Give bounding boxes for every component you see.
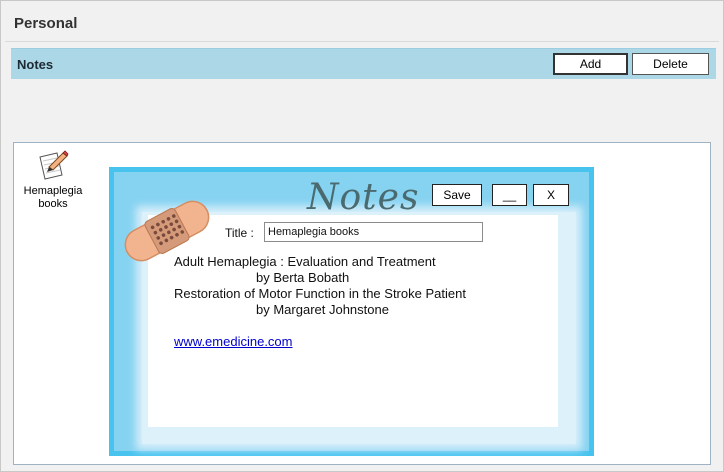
- popup-heading: Notes: [307, 177, 420, 218]
- title-divider: [5, 41, 719, 42]
- note-blank-line: [174, 318, 554, 334]
- note-link[interactable]: www.emedicine.com: [174, 334, 293, 349]
- note-body[interactable]: Adult Hemaplegia : Evaluation and Treatm…: [174, 254, 554, 350]
- title-field-label: Title :: [225, 226, 254, 240]
- notes-header: Notes Add Delete: [11, 48, 716, 79]
- minimize-button[interactable]: __: [492, 184, 527, 206]
- note-line: by Berta Bobath: [256, 270, 350, 285]
- notes-section-label: Notes: [17, 57, 54, 72]
- bandage-icon: [124, 200, 210, 262]
- note-pencil-icon: [39, 150, 69, 180]
- note-line: by Margaret Johnstone: [256, 302, 389, 317]
- notes-popup: Notes Save __ X Title : Adult Hemaplegia…: [109, 167, 594, 456]
- page-title: Personal: [14, 15, 78, 32]
- delete-button[interactable]: Delete: [632, 53, 709, 75]
- save-button[interactable]: Save: [432, 184, 482, 206]
- note-line: Restoration of Motor Function in the Str…: [174, 286, 466, 301]
- note-line: Adult Hemaplegia : Evaluation and Treatm…: [174, 254, 436, 269]
- popup-frame: Notes Save __ X Title : Adult Hemaplegia…: [114, 172, 589, 451]
- note-item[interactable]: Hemaplegia books: [22, 149, 84, 211]
- close-button[interactable]: X: [533, 184, 569, 206]
- title-field[interactable]: [264, 222, 483, 242]
- add-button[interactable]: Add: [553, 53, 628, 75]
- note-item-title: Hemaplegia books: [23, 185, 83, 210]
